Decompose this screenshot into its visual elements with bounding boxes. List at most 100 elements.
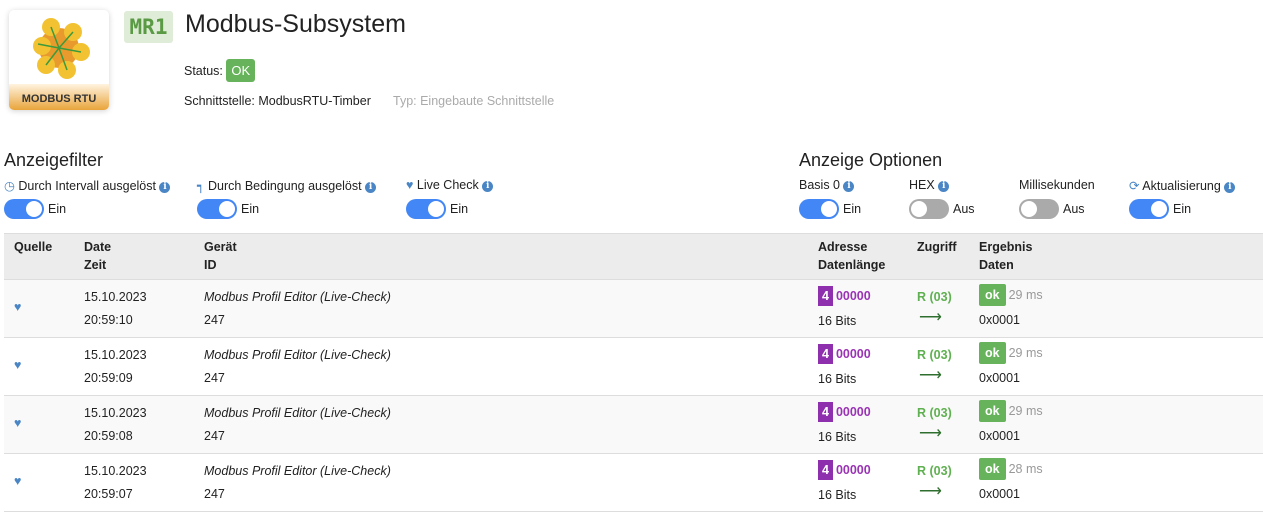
toggle-switch[interactable] xyxy=(909,199,949,219)
row-access: R (03) xyxy=(917,406,952,420)
toggle-basis0[interactable]: Ein xyxy=(799,199,861,219)
interface-type: Typ: Eingebaute Schnittstelle xyxy=(393,94,555,108)
toggle-hex[interactable]: Aus xyxy=(909,199,975,219)
row-access: R (03) xyxy=(917,348,952,362)
row-date: 15.10.2023 xyxy=(84,348,147,362)
toggle-switch[interactable] xyxy=(1129,199,1169,219)
refresh-icon: ⟳ xyxy=(1129,179,1140,193)
arrow-right-icon: ⟶ xyxy=(919,483,942,500)
result-badge: ok xyxy=(979,342,1006,364)
table-row[interactable]: ♥ 15.10.2023 20:59:09 Modbus Profil Edit… xyxy=(4,338,1263,396)
row-id: 247 xyxy=(204,487,225,501)
heartbeat-icon: ♥ xyxy=(14,300,22,314)
row-length: 16 Bits xyxy=(818,372,857,386)
row-time: 20:59:08 xyxy=(84,429,133,443)
step-signal-icon: ┑ xyxy=(197,179,205,193)
row-result: ok 29 ms xyxy=(979,342,1043,364)
row-device: Modbus Profil Editor (Live-Check) xyxy=(204,348,391,362)
option-basis-label: Basis 0 i xyxy=(799,178,855,192)
row-access: R (03) xyxy=(917,290,952,304)
toggle-refresh[interactable]: Ein xyxy=(1129,199,1191,219)
arrow-right-icon: ⟶ xyxy=(919,367,942,384)
register-type-badge: 4 xyxy=(818,460,833,480)
modbus-rtu-logo: MODBUS RTU xyxy=(9,10,109,110)
row-data: 0x0001 xyxy=(979,487,1021,501)
info-icon[interactable]: i xyxy=(159,182,171,193)
row-device: Modbus Profil Editor (Live-Check) xyxy=(204,290,391,304)
row-id: 247 xyxy=(204,313,225,327)
result-badge: ok xyxy=(979,400,1006,422)
register-type-badge: 4 xyxy=(818,286,833,306)
heartbeat-icon: ♥ xyxy=(406,178,414,192)
col-date: Date Zeit xyxy=(84,240,112,272)
filter-title: Anzeigefilter xyxy=(4,150,104,170)
arrow-right-icon: ⟶ xyxy=(919,309,942,326)
register-type-badge: 4 xyxy=(818,402,833,422)
row-address: 4 00000 xyxy=(818,286,871,306)
row-address: 4 00000 xyxy=(818,460,871,480)
status-label: Status: xyxy=(184,64,223,78)
toggle-condition[interactable]: Ein xyxy=(197,199,259,219)
toggle-switch[interactable] xyxy=(197,199,237,219)
row-id: 247 xyxy=(204,371,225,385)
row-result: ok 28 ms xyxy=(979,458,1043,480)
row-device: Modbus Profil Editor (Live-Check) xyxy=(204,406,391,420)
row-length: 16 Bits xyxy=(818,314,857,328)
row-data: 0x0001 xyxy=(979,371,1021,385)
status-badge: OK xyxy=(226,59,256,82)
col-result: Ergebnis Daten xyxy=(979,240,1033,272)
option-hex-label: HEX i xyxy=(909,178,950,192)
info-icon[interactable]: i xyxy=(482,181,494,192)
heartbeat-icon: ♥ xyxy=(14,416,22,430)
row-time: 20:59:07 xyxy=(84,487,133,501)
table-row[interactable]: ♥ 15.10.2023 20:59:07 Modbus Profil Edit… xyxy=(4,454,1263,512)
row-time: 20:59:10 xyxy=(84,313,133,327)
heartbeat-icon: ♥ xyxy=(14,474,22,488)
row-address: 4 00000 xyxy=(818,402,871,422)
clock-icon: ◷ xyxy=(4,179,15,193)
row-length: 16 Bits xyxy=(818,430,857,444)
row-date: 15.10.2023 xyxy=(84,464,147,478)
table-row[interactable]: ♥ 15.10.2023 20:59:08 Modbus Profil Edit… xyxy=(4,396,1263,454)
modbus-network-icon xyxy=(33,18,90,79)
table-row[interactable]: ♥ 15.10.2023 20:59:10 Modbus Profil Edit… xyxy=(4,280,1263,338)
row-data: 0x0001 xyxy=(979,429,1021,443)
option-refresh-label: ⟳ Aktualisierung i xyxy=(1129,178,1236,193)
toggle-switch[interactable] xyxy=(406,199,446,219)
result-badge: ok xyxy=(979,458,1006,480)
col-device: Gerät ID xyxy=(204,240,237,272)
arrow-right-icon: ⟶ xyxy=(919,425,942,442)
toggle-livecheck[interactable]: Ein xyxy=(406,199,468,219)
option-ms-label: Millisekunden xyxy=(1019,178,1095,192)
logo-label: MODBUS RTU xyxy=(9,84,109,110)
filter-livecheck-label: ♥ Live Check i xyxy=(406,178,494,192)
row-address: 4 00000 xyxy=(818,344,871,364)
row-result: ok 29 ms xyxy=(979,400,1043,422)
toggle-switch[interactable] xyxy=(799,199,839,219)
toggle-switch[interactable] xyxy=(4,199,44,219)
row-time: 20:59:09 xyxy=(84,371,133,385)
filter-condition-label: ┑ Durch Bedingung ausgelöst i xyxy=(197,178,377,193)
subsystem-badge: MR1 xyxy=(124,11,173,43)
col-access: Zugriff xyxy=(917,240,957,254)
info-icon[interactable]: i xyxy=(1224,182,1236,193)
info-icon[interactable]: i xyxy=(365,182,377,193)
toggle-interval[interactable]: Ein xyxy=(4,199,66,219)
row-id: 247 xyxy=(204,429,225,443)
row-length: 16 Bits xyxy=(818,488,857,502)
info-icon[interactable]: i xyxy=(843,181,855,192)
heartbeat-icon: ♥ xyxy=(14,358,22,372)
row-date: 15.10.2023 xyxy=(84,406,147,420)
info-icon[interactable]: i xyxy=(938,181,950,192)
register-type-badge: 4 xyxy=(818,344,833,364)
col-address: Adresse Datenlänge xyxy=(818,240,886,272)
options-title: Anzeige Optionen xyxy=(799,150,943,170)
row-data: 0x0001 xyxy=(979,313,1021,327)
filter-interval-label: ◷ Durch Intervall ausgelöst i xyxy=(4,178,171,193)
table-header: Quelle Date Zeit Gerät ID Adresse Datenläng… xyxy=(4,233,1263,280)
page-title: Modbus-Subsystem xyxy=(185,10,406,38)
col-source: Quelle xyxy=(14,240,53,254)
row-date: 15.10.2023 xyxy=(84,290,147,304)
toggle-switch[interactable] xyxy=(1019,199,1059,219)
toggle-milliseconds[interactable]: Aus xyxy=(1019,199,1085,219)
